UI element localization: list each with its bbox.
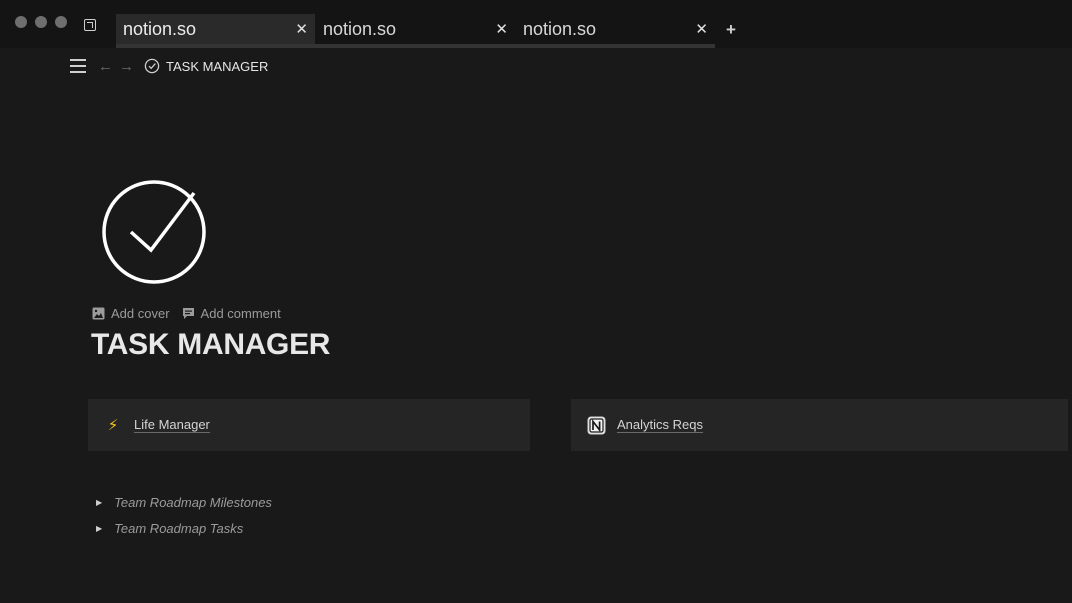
browser-tab-3[interactable]: notion.so ✕	[516, 14, 715, 44]
toggle-team-roadmap-milestones[interactable]: ▶ Team Roadmap Milestones	[96, 495, 272, 510]
browser-tab-2[interactable]: notion.so ✕	[316, 14, 515, 44]
toggle-label: Team Roadmap Milestones	[114, 495, 272, 510]
tab-title: notion.so	[123, 18, 197, 39]
topbar: ← → TASK MANAGER	[70, 55, 268, 77]
toggle-team-roadmap-tasks[interactable]: ▶ Team Roadmap Tasks	[96, 521, 243, 536]
page-title[interactable]: TASK MANAGER	[91, 328, 330, 362]
toggle-triangle-icon[interactable]: ▶	[96, 524, 102, 533]
page-actions: Add cover Add comment	[92, 306, 293, 321]
close-tab-icon[interactable]: ✕	[695, 20, 708, 38]
toggle-triangle-icon[interactable]: ▶	[96, 498, 102, 507]
comment-icon	[182, 308, 194, 319]
link-label: Life Manager	[134, 417, 210, 433]
image-icon	[92, 307, 105, 320]
new-tab-button[interactable]: +	[726, 20, 736, 40]
browser-titlebar: notion.so ✕ notion.so ✕ notion.so ✕ +	[0, 0, 1072, 48]
open-external-icon[interactable]	[84, 19, 96, 31]
browser-tab-1[interactable]: notion.so ✕	[116, 14, 315, 44]
link-label: Analytics Reqs	[617, 417, 703, 433]
add-cover-label: Add cover	[111, 306, 170, 321]
close-tab-icon[interactable]: ✕	[495, 20, 508, 38]
breadcrumb[interactable]: TASK MANAGER	[166, 59, 268, 74]
page-icon[interactable]	[101, 179, 207, 290]
notion-logo-icon	[585, 416, 607, 435]
link-card-analytics-reqs[interactable]: Analytics Reqs	[571, 399, 1068, 451]
forward-arrow-icon[interactable]: →	[119, 58, 134, 75]
check-circle-icon	[144, 58, 160, 74]
back-arrow-icon[interactable]: ←	[98, 58, 113, 75]
tab-title: notion.so	[323, 18, 397, 39]
close-window-button[interactable]	[15, 16, 27, 28]
add-comment-button[interactable]: Add comment	[182, 306, 281, 321]
maximize-window-button[interactable]	[55, 16, 67, 28]
minimize-window-button[interactable]	[35, 16, 47, 28]
close-tab-icon[interactable]: ✕	[295, 20, 308, 38]
check-circle-icon	[102, 180, 206, 284]
add-comment-label: Add comment	[200, 306, 281, 321]
tab-title: notion.so	[523, 18, 597, 39]
window-controls	[15, 16, 67, 28]
add-cover-button[interactable]: Add cover	[92, 306, 170, 321]
tab-underline	[116, 44, 715, 48]
link-card-life-manager[interactable]: ⚡ Life Manager	[88, 399, 530, 451]
sidebar-toggle-icon[interactable]	[70, 59, 86, 73]
lightning-icon: ⚡	[107, 417, 119, 434]
toggle-label: Team Roadmap Tasks	[114, 521, 244, 536]
